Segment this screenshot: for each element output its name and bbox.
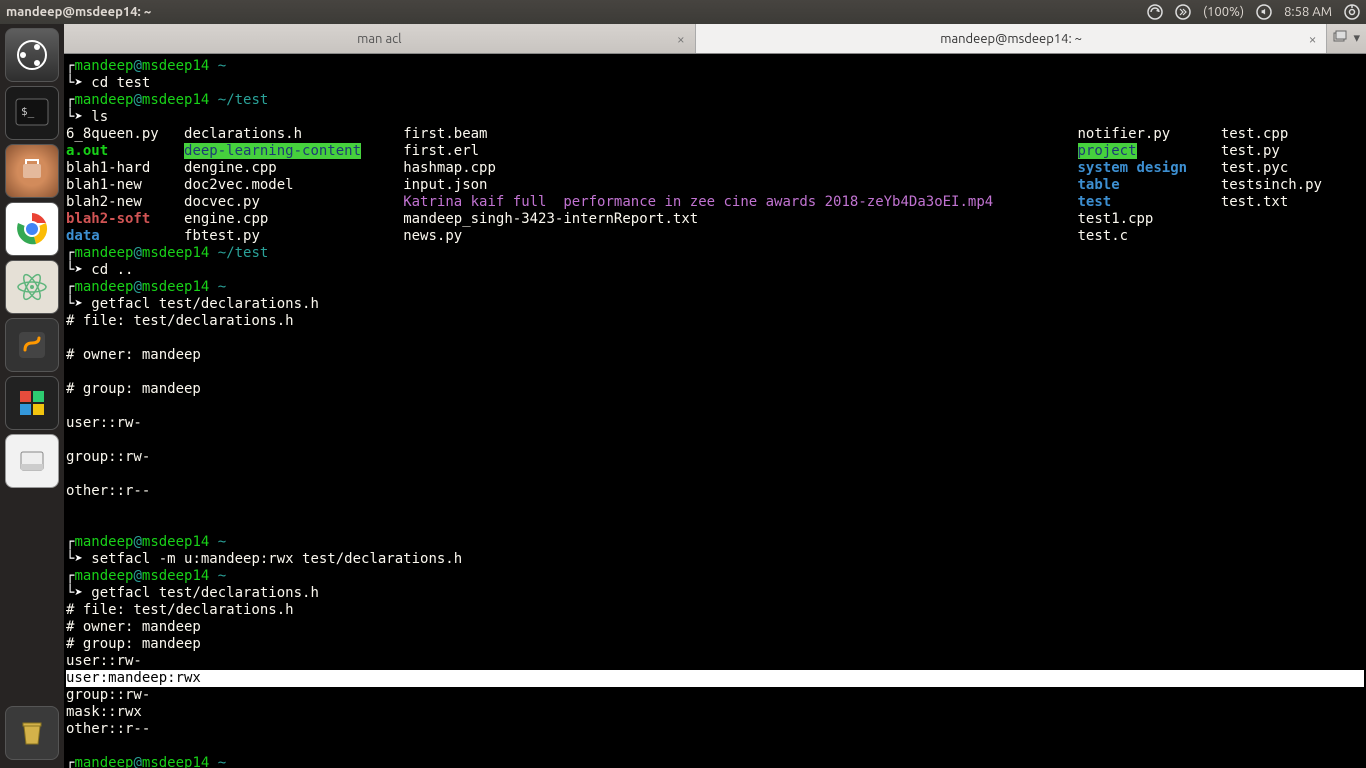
clock-text: 8:58 AM [1284, 5, 1332, 19]
tab-bar: man acl × mandeep@msdeep14: ~ × ▾ [64, 24, 1366, 54]
close-icon[interactable]: × [1309, 31, 1317, 47]
clock[interactable]: 8:58 AM [1284, 5, 1332, 19]
acl-highlighted-line: user:mandeep:rwx [66, 670, 1364, 687]
terminal-window: man acl × mandeep@msdeep14: ~ × ▾ ┌mande… [64, 24, 1366, 768]
battery-indicator[interactable]: (100%) [1203, 5, 1244, 19]
trash-icon[interactable] [5, 706, 59, 760]
windows-icon[interactable] [5, 376, 59, 430]
sync-icon[interactable] [1147, 4, 1163, 20]
tab-label: mandeep@msdeep14: ~ [940, 32, 1082, 46]
terminal-output[interactable]: ┌mandeep@msdeep14 ~└➤ cd test┌mandeep@ms… [64, 54, 1366, 768]
dash-icon[interactable] [5, 28, 59, 82]
software-center-icon[interactable] [5, 144, 59, 198]
menu-bar: mandeep@msdeep14: ~ (100%) 8:58 AM [0, 0, 1366, 24]
volume-icon[interactable] [1256, 4, 1272, 20]
close-icon[interactable]: × [677, 31, 685, 47]
tab-menu-icon[interactable]: ▾ [1353, 31, 1360, 46]
atom-icon[interactable] [5, 260, 59, 314]
battery-text: (100%) [1203, 5, 1244, 19]
terminal-icon[interactable]: $_ [5, 86, 59, 140]
tab-man-acl[interactable]: man acl × [64, 24, 696, 53]
tab-controls: ▾ [1327, 24, 1366, 53]
session-icon[interactable] [1344, 4, 1360, 20]
network-icon[interactable] [1175, 4, 1191, 20]
tab-terminal[interactable]: mandeep@msdeep14: ~ × [696, 24, 1328, 53]
tab-label: man acl [357, 32, 401, 46]
new-tab-icon[interactable] [1333, 30, 1347, 47]
sublime-icon[interactable] [5, 318, 59, 372]
drive-icon[interactable] [5, 434, 59, 488]
svg-text:$_: $_ [21, 105, 35, 118]
chrome-icon[interactable] [5, 202, 59, 256]
window-title: mandeep@msdeep14: ~ [6, 5, 151, 19]
unity-launcher: $_ [0, 24, 64, 768]
